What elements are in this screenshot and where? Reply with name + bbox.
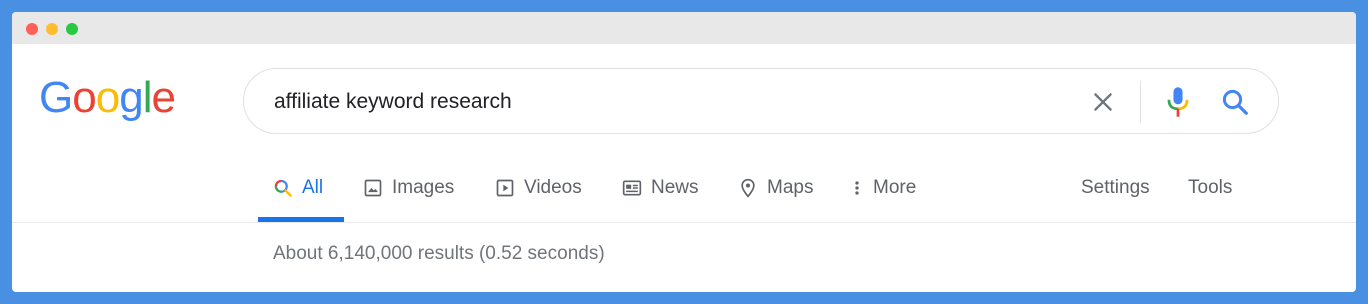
search-input[interactable]: affiliate keyword research <box>274 90 512 114</box>
newspaper-icon <box>622 180 642 196</box>
tab-label: Maps <box>767 177 814 198</box>
tools-label: Tools <box>1188 177 1233 198</box>
play-icon <box>496 179 514 197</box>
search-icon[interactable] <box>1220 87 1250 117</box>
close-window-button[interactable] <box>26 23 38 35</box>
tab-label: All <box>302 177 324 198</box>
tab-label: More <box>873 177 917 198</box>
tab-videos[interactable]: Videos <box>495 162 582 222</box>
search-divider <box>1140 81 1141 123</box>
tab-all[interactable]: All <box>273 162 323 222</box>
google-logo[interactable]: Google <box>39 73 176 122</box>
search-tabs: All Images Videos News Maps More Setting… <box>12 162 1356 223</box>
logo-letter: o <box>95 73 121 122</box>
settings-link[interactable]: Settings <box>1081 162 1150 222</box>
tools-link[interactable]: Tools <box>1188 162 1232 222</box>
search-icon <box>274 179 292 197</box>
tab-maps[interactable]: Maps <box>738 162 813 222</box>
tab-more[interactable]: More <box>850 162 916 222</box>
settings-label: Settings <box>1081 177 1150 198</box>
close-icon[interactable] <box>1090 89 1116 115</box>
tab-label: News <box>651 177 699 198</box>
tab-label: Videos <box>524 177 582 198</box>
active-tab-indicator <box>258 217 344 222</box>
image-icon <box>364 179 382 197</box>
more-vert-icon <box>855 181 859 195</box>
tab-label: Images <box>392 177 455 198</box>
logo-letter: e <box>151 73 176 122</box>
zoom-window-button[interactable] <box>66 23 78 35</box>
logo-letter: G <box>39 73 73 122</box>
window-titlebar <box>12 12 1356 44</box>
browser-window: Google affiliate keyword research All Im… <box>12 12 1356 292</box>
minimize-window-button[interactable] <box>46 23 58 35</box>
tab-images[interactable]: Images <box>363 162 454 222</box>
search-box[interactable]: affiliate keyword research <box>243 68 1279 134</box>
map-pin-icon <box>741 178 755 198</box>
logo-letter: l <box>142 73 153 122</box>
logo-letter: g <box>119 73 144 122</box>
result-stats: About 6,140,000 results (0.52 seconds) <box>273 243 605 264</box>
microphone-icon[interactable] <box>1164 85 1192 119</box>
logo-letter: o <box>72 73 97 122</box>
tab-news[interactable]: News <box>622 162 699 222</box>
